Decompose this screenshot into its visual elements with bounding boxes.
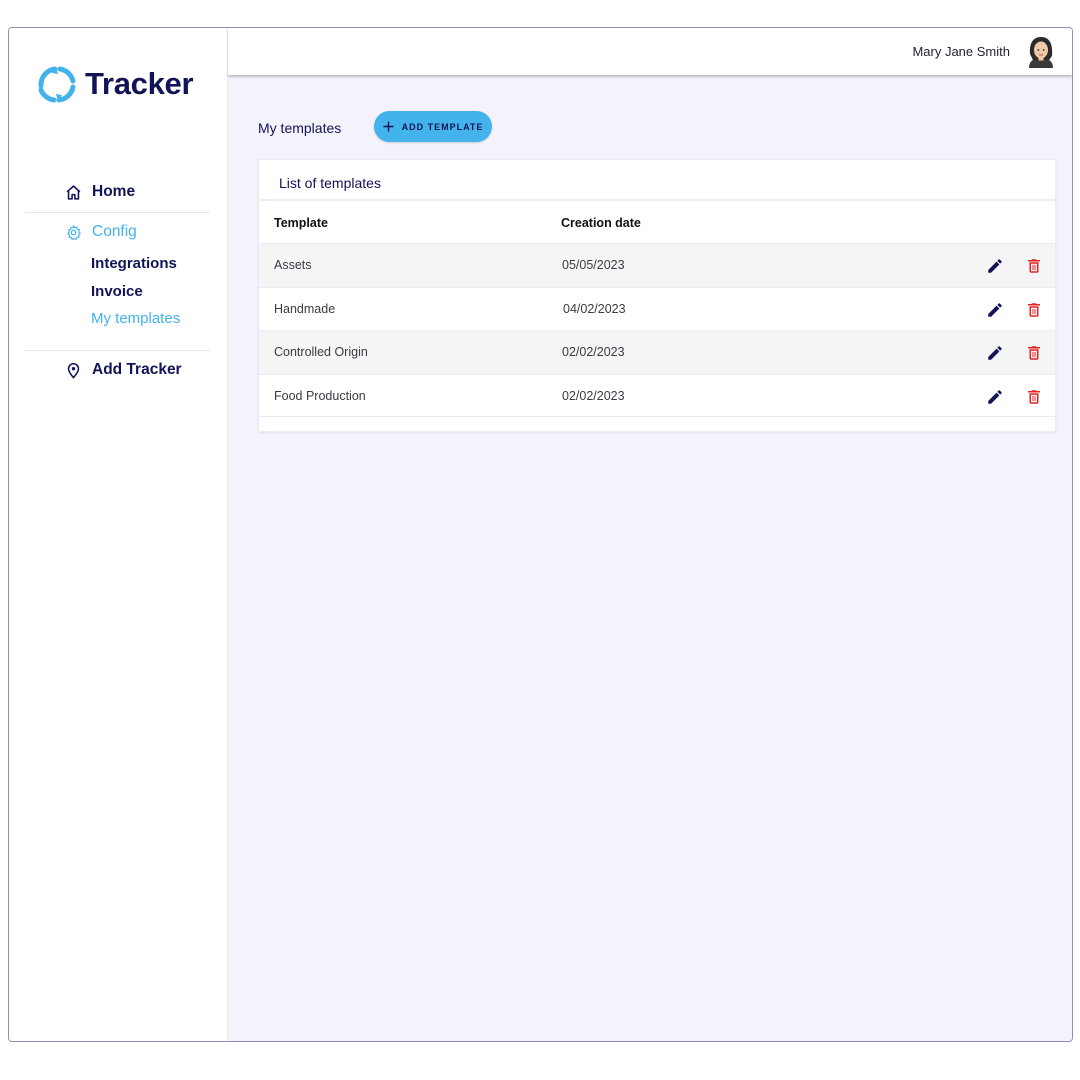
sidebar-item-add-tracker[interactable]: Add Tracker	[65, 361, 182, 379]
table-row: Controlled Origin 02/02/2023	[259, 330, 1055, 374]
main-content: Mary Jane Smith My templates ADD TEMPLAT…	[228, 28, 1072, 1041]
table-header: Template Creation date	[259, 201, 1055, 243]
edit-icon[interactable]	[986, 301, 1004, 319]
creation-date: 04/02/2023	[563, 301, 626, 316]
table-body: Assets 05/05/2023 Handmade 04/02/2023 Co…	[259, 243, 1055, 417]
sidebar-item-label: Config	[92, 223, 137, 240]
sidebar-item-integrations[interactable]: Integrations	[91, 255, 177, 272]
app-window: Tracker Home Config Integrations Invoice…	[8, 27, 1073, 1042]
sidebar-item-home[interactable]: Home	[65, 183, 135, 201]
edit-icon[interactable]	[986, 257, 1004, 275]
creation-date: 05/05/2023	[562, 258, 625, 272]
edit-icon[interactable]	[986, 388, 1004, 406]
user-name: Mary Jane Smith	[912, 44, 1010, 59]
sidebar-item-invoice[interactable]: Invoice	[91, 283, 143, 300]
delete-icon[interactable]	[1025, 257, 1043, 275]
tracker-logo-icon	[38, 66, 76, 103]
logo: Tracker	[33, 60, 194, 108]
home-icon	[65, 184, 82, 201]
template-name: Handmade	[274, 301, 336, 316]
table-row: Handmade 04/02/2023	[259, 286, 1055, 331]
brand-name: Tracker	[85, 66, 194, 101]
template-name: Food Production	[274, 388, 366, 403]
delete-icon[interactable]	[1025, 344, 1043, 362]
user-avatar[interactable]	[1024, 34, 1058, 70]
sidebar-item-label: Home	[92, 183, 136, 200]
creation-date: 02/02/2023	[562, 345, 625, 359]
template-name: Controlled Origin	[274, 345, 368, 359]
sidebar-item-config[interactable]: Config	[65, 223, 137, 241]
column-header-template: Template	[274, 216, 328, 230]
table-row: Food Production 02/02/2023	[259, 373, 1055, 417]
templates-card: List of templates Template Creation date…	[258, 159, 1056, 432]
add-template-button[interactable]: ADD TEMPLATE	[374, 111, 492, 142]
top-bar: Mary Jane Smith	[228, 28, 1072, 75]
sidebar-item-my-templates[interactable]: My templates	[91, 310, 180, 327]
delete-icon[interactable]	[1025, 301, 1043, 319]
template-name: Assets	[274, 258, 312, 272]
table-row: Assets 05/05/2023	[259, 243, 1055, 287]
card-title: List of templates	[279, 175, 381, 191]
edit-icon[interactable]	[986, 344, 1004, 362]
column-header-creation-date: Creation date	[561, 216, 641, 230]
location-pin-icon	[65, 362, 82, 379]
add-template-label: ADD TEMPLATE	[401, 121, 484, 132]
sidebar-divider	[25, 350, 210, 351]
plus-icon	[383, 121, 394, 132]
sidebar: Tracker Home Config Integrations Invoice…	[9, 28, 228, 1041]
sidebar-divider	[25, 212, 210, 213]
gear-icon	[65, 224, 82, 241]
delete-icon[interactable]	[1025, 388, 1043, 406]
sidebar-item-label: Add Tracker	[92, 361, 182, 378]
page-title: My templates	[258, 120, 342, 136]
creation-date: 02/02/2023	[562, 388, 625, 403]
